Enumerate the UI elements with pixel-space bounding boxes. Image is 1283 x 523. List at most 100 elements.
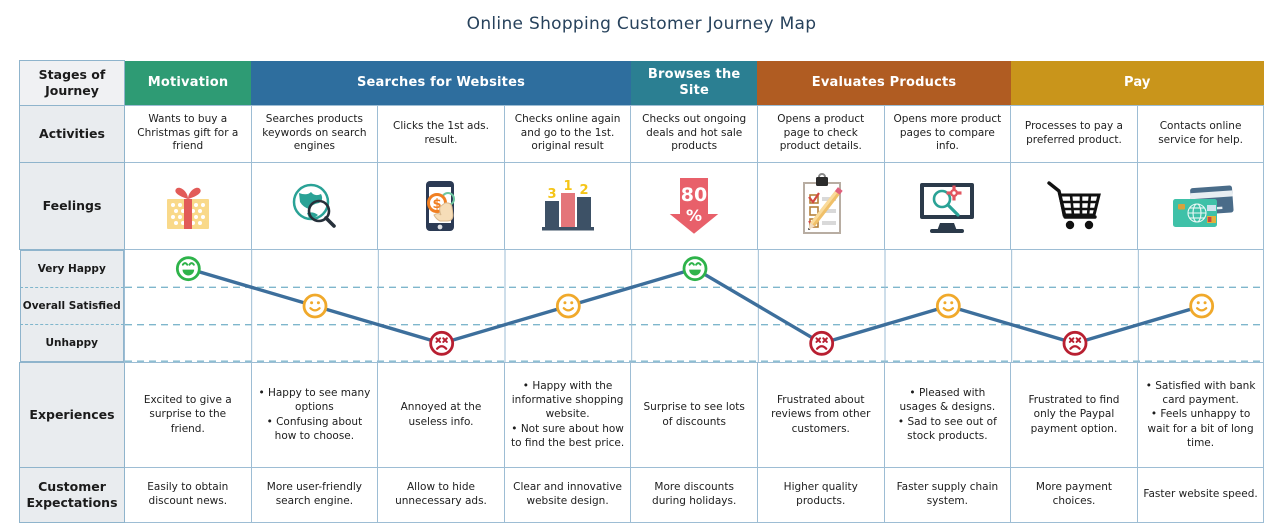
feeling-icon-cell-8 — [1010, 161, 1138, 250]
journey-map-table: Stages of Journey Motivation Searches fo… — [19, 60, 1265, 523]
experience-list-7: Pleased with usages & designs. Sad to se… — [891, 386, 1005, 443]
experience-cell-1: Excited to give a surprise to the friend… — [124, 361, 252, 468]
activity-cell-2: Searches products keywords on search eng… — [250, 104, 379, 163]
experiences-row: Experiences Excited to give a surprise t… — [19, 361, 1265, 468]
clipboard-checklist-pencil-icon — [758, 163, 884, 249]
expectation-cell-2: More user-friendly search engine. — [250, 466, 379, 523]
emotion-marker-unhappy — [429, 330, 455, 356]
emotion-marker-satisfied — [935, 293, 961, 318]
emotion-marker-satisfied — [302, 293, 328, 318]
feeling-icon-cell-4: 3 1 2 — [503, 161, 632, 250]
shopping-cart-icon — [1011, 163, 1137, 249]
stage-header-motivation[interactable]: Motivation — [124, 60, 252, 105]
experience-bullet: Sad to see out of stock products. — [891, 415, 1005, 443]
experience-cell-2: Happy to see many options Confusing abou… — [250, 361, 379, 468]
monitor-product-search-icon — [885, 163, 1011, 249]
activity-cell-8: Processes to pay a preferred product. — [1010, 104, 1138, 163]
emotion-marker-unhappy — [809, 330, 835, 356]
stages-row: Stages of Journey Motivation Searches fo… — [19, 60, 1264, 106]
svg-text:3: 3 — [547, 187, 556, 202]
activity-cell-5: Checks out ongoing deals and hot sale pr… — [630, 104, 758, 163]
credit-cards-icon — [1138, 163, 1264, 249]
emotion-label-unhappy: Unhappy — [19, 324, 124, 362]
activity-cell-7: Opens more product pages to compare info… — [883, 104, 1012, 163]
ranking-bar-chart-icon: 3 1 2 — [505, 163, 631, 249]
experience-list-2: Happy to see many options Confusing abou… — [258, 386, 372, 443]
experience-text-3: Annoyed at the useless info. — [400, 401, 482, 428]
row-label-stages: Stages of Journey — [19, 60, 125, 106]
experience-bullet: Feels unhappy to wait for a bit of long … — [1144, 407, 1258, 450]
feelings-row: Feelings $ 3 1 2 80 % — [19, 161, 1265, 250]
emotion-marker-happy — [175, 255, 201, 281]
feeling-icon-cell-5: 80 % — [630, 161, 758, 250]
feeling-icon-cell-2 — [250, 161, 379, 250]
row-label-feelings: Feelings — [19, 161, 125, 250]
svg-text:2: 2 — [579, 183, 588, 198]
emotion-marker-happy — [682, 255, 708, 281]
experience-text-5: Surprise to see lots of discounts — [643, 401, 745, 428]
emotion-marker-unhappy — [1062, 330, 1088, 356]
experience-cell-6: Frustrated about reviews from other cust… — [756, 361, 885, 468]
activity-cell-3: Clicks the 1st ads. result. — [377, 104, 505, 163]
feeling-icon-cell-9 — [1136, 161, 1265, 250]
experience-text-1: Excited to give a surprise to the friend… — [143, 394, 232, 435]
experience-bullet: Pleased with usages & designs. — [891, 386, 1005, 414]
row-label-activities: Activities — [19, 104, 125, 163]
expectation-cell-1: Easily to obtain discount news. — [124, 466, 252, 523]
experience-cell-5: Surprise to see lots of discounts — [630, 361, 758, 468]
activity-cell-9: Contacts online service for help. — [1136, 104, 1265, 163]
stage-header-evaluates-products[interactable]: Evaluates Products — [757, 60, 1011, 105]
emotion-line-chart — [123, 248, 1265, 363]
journey-map-page: Online Shopping Customer Journey Map Sta… — [0, 0, 1283, 523]
emotion-level-labels: Very Happy Overall Satisfied Unhappy — [19, 249, 125, 362]
experience-cell-3: Annoyed at the useless info. — [377, 361, 505, 468]
expectation-cell-9: Faster website speed. — [1136, 466, 1265, 523]
experience-cell-8: Frustrated to find only the Paypal payme… — [1010, 361, 1138, 468]
activity-cell-1: Wants to buy a Christmas gift for a frie… — [124, 104, 252, 163]
expectation-cell-3: Allow to hide unnecessary ads. — [377, 466, 505, 523]
experience-text-6: Frustrated about reviews from other cust… — [771, 394, 871, 435]
experience-cell-9: Satisfied with bank card payment. Feels … — [1136, 361, 1265, 468]
feeling-icon-cell-3: $ — [377, 161, 505, 250]
experience-bullet: Happy to see many options — [258, 386, 372, 414]
experience-bullet: Confusing about how to choose. — [258, 415, 372, 443]
row-label-experiences: Experiences — [19, 361, 125, 468]
stage-header-pay[interactable]: Pay — [1010, 60, 1264, 105]
experience-text-8: Frustrated to find only the Paypal payme… — [1028, 394, 1120, 435]
mobile-payment-tap-icon: $ — [378, 163, 504, 249]
activities-row: Activities Wants to buy a Christmas gift… — [19, 104, 1265, 163]
experience-bullet: Happy with the informative shopping webs… — [511, 379, 625, 422]
expectation-cell-5: More discounts during holidays. — [630, 466, 758, 523]
emotion-label-very-happy: Very Happy — [19, 249, 124, 288]
page-title: Online Shopping Customer Journey Map — [466, 14, 817, 34]
experience-bullet: Not sure about how to find the best pric… — [511, 422, 625, 450]
emotion-chart-canvas — [125, 249, 1264, 362]
expectation-cell-6: Higher quality products. — [756, 466, 885, 523]
experience-cell-4: Happy with the informative shopping webs… — [503, 361, 632, 468]
stage-header-searches-for-websites[interactable]: Searches for Websites — [251, 60, 631, 105]
experience-list-9: Satisfied with bank card payment. Feels … — [1144, 379, 1258, 450]
expectations-row: Customer Expectations Easily to obtain d… — [19, 466, 1265, 523]
feeling-icon-cell-6 — [756, 161, 885, 250]
globe-search-icon — [252, 163, 378, 249]
expectation-cell-4: Clear and innovative website design. — [503, 466, 632, 523]
experience-bullet: Satisfied with bank card payment. — [1144, 379, 1258, 407]
stage-header-browses-the-site[interactable]: Browses the Site — [630, 60, 758, 105]
expectation-cell-7: Faster supply chain system. — [883, 466, 1012, 523]
svg-text:80: 80 — [681, 184, 707, 206]
feeling-icon-cell-7 — [883, 161, 1012, 250]
gift-box-icon — [125, 163, 251, 249]
activity-cell-6: Opens a product page to check product de… — [756, 104, 885, 163]
svg-text:%: % — [686, 206, 702, 225]
emotion-marker-satisfied — [555, 293, 581, 318]
experience-list-4: Happy with the informative shopping webs… — [511, 379, 625, 450]
discount-80-percent-arrow-icon: 80 % — [631, 163, 757, 249]
emotion-label-overall-satisfied: Overall Satisfied — [19, 287, 124, 325]
emotion-marker-satisfied — [1189, 293, 1215, 318]
experience-cell-7: Pleased with usages & designs. Sad to se… — [883, 361, 1012, 468]
emotion-chart-row: Very Happy Overall Satisfied Unhappy — [19, 248, 1265, 363]
feeling-icon-cell-1 — [124, 161, 252, 250]
expectation-cell-8: More payment choices. — [1010, 466, 1138, 523]
svg-text:1: 1 — [563, 179, 572, 194]
row-label-expectations: Customer Expectations — [19, 466, 125, 523]
